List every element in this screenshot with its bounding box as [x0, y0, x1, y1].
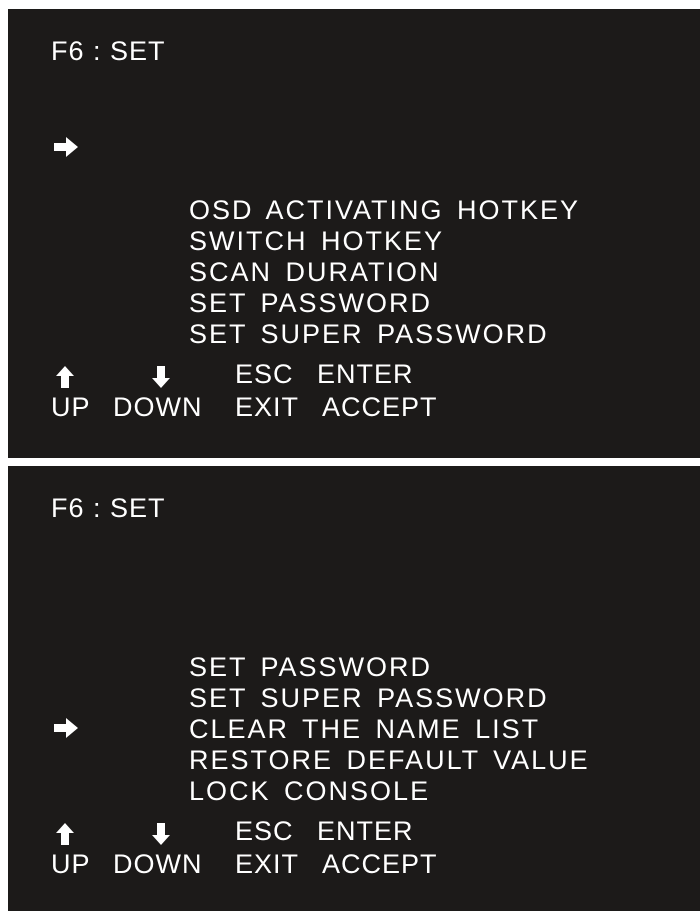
right-arrow-icon — [54, 137, 78, 157]
menu-item-osd-activating-hotkey[interactable]: OSD ACTIVATING HOTKEY — [54, 133, 580, 225]
menu-item-restore-default-value[interactable]: RESTORE DEFAULT VALUE — [108, 683, 590, 775]
osd-screen-1: F6 : SET OSD ACTIVATING HOTKEY SWITCH HO… — [8, 9, 700, 458]
menu-item-set-super-password[interactable]: SET SUPER PASSWORD — [108, 257, 580, 349]
up-arrow-icon — [56, 366, 74, 388]
menu-item-set-password[interactable]: SET PASSWORD — [108, 590, 590, 682]
up-label: UP — [51, 392, 91, 422]
up-arrow-icon — [56, 823, 74, 845]
key-legend: ESC ENTER UP DOWN EXIT ACCEPT — [51, 818, 491, 882]
menu-item-label: SET SUPER PASSWORD — [189, 319, 549, 349]
menu-item-set-password[interactable]: SET PASSWORD — [108, 226, 580, 318]
menu-item-label: LOCK CONSOLE — [189, 776, 431, 806]
exit-label: EXIT — [235, 849, 300, 879]
menu-item-switch-hotkey[interactable]: SWITCH HOTKEY — [108, 164, 580, 256]
esc-key: ESC — [235, 816, 294, 846]
down-label: DOWN — [113, 392, 203, 422]
exit-label: EXIT — [235, 392, 300, 422]
menu-item-clear-the-name-list[interactable]: CLEAR THE NAME LIST — [108, 652, 590, 744]
up-label: UP — [51, 849, 91, 879]
accept-label: ACCEPT — [322, 392, 438, 422]
osd-screen-2: F6 : SET SET PASSWORD SET SUPER PASSWORD… — [8, 466, 700, 911]
menu-item-label: RESTORE DEFAULT VALUE — [189, 745, 590, 775]
accept-label: ACCEPT — [322, 849, 438, 879]
menu-item-scan-duration[interactable]: SCAN DURATION — [108, 195, 580, 287]
enter-key: ENTER — [317, 359, 414, 389]
menu-item-label: SET PASSWORD — [189, 288, 433, 318]
down-arrow-icon — [152, 366, 170, 388]
down-arrow-icon — [152, 823, 170, 845]
esc-key: ESC — [235, 359, 294, 389]
menu-item-set-super-password[interactable]: SET SUPER PASSWORD — [108, 621, 590, 713]
osd-menu: SET PASSWORD SET SUPER PASSWORD CLEAR TH… — [54, 590, 590, 806]
key-legend: ESC ENTER UP DOWN EXIT ACCEPT — [51, 361, 491, 425]
enter-key: ENTER — [317, 816, 414, 846]
down-label: DOWN — [113, 849, 203, 879]
osd-title: F6 : SET — [51, 36, 166, 66]
osd-title: F6 : SET — [51, 493, 166, 523]
menu-item-lock-console[interactable]: LOCK CONSOLE — [54, 714, 590, 806]
right-arrow-icon — [54, 718, 78, 738]
osd-menu: OSD ACTIVATING HOTKEY SWITCH HOTKEY SCAN… — [54, 133, 580, 349]
